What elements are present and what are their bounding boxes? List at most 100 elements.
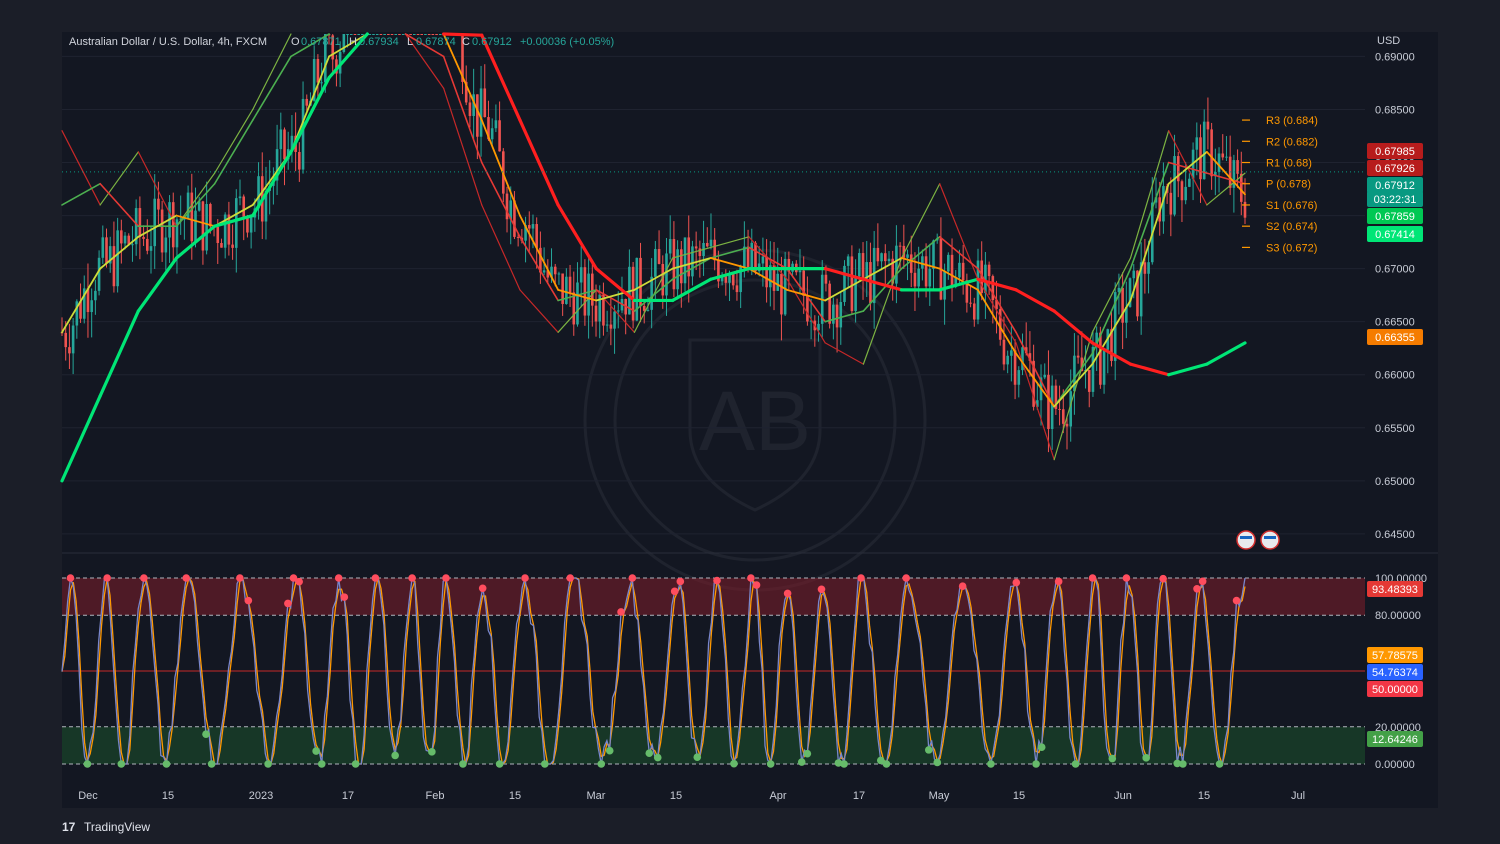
candle-body	[1210, 129, 1213, 177]
candle-body	[301, 98, 305, 170]
overbought-dot	[670, 587, 679, 596]
overbought-dot	[284, 599, 292, 608]
candle-body	[145, 238, 149, 251]
candle-body	[131, 244, 134, 246]
candle-body	[654, 249, 657, 277]
symbol-title: Australian Dollar / U.S. Dollar, 4h, FXC…	[69, 36, 267, 48]
oversold-dot	[1108, 754, 1117, 763]
ohlc-open-label: O	[291, 36, 300, 48]
candle-body	[565, 276, 568, 304]
candle-body	[505, 193, 509, 220]
candle-body	[616, 310, 620, 312]
candle-body	[898, 245, 902, 247]
tv-logo-icon: 17	[62, 820, 76, 834]
overbought-dot	[103, 574, 111, 582]
oversold-zone	[62, 726, 1365, 764]
candle-body	[527, 225, 531, 229]
price-badge: 0.67912	[1375, 180, 1415, 192]
candle-body	[123, 235, 127, 244]
us-flag-icon[interactable]	[1260, 530, 1280, 550]
oversold-dot	[1142, 754, 1150, 762]
candle-body	[591, 273, 594, 306]
candle-body	[1184, 186, 1187, 201]
time-tick-label: Dec	[78, 790, 98, 802]
ohlc-change: +0.00036 (+0.05%)	[520, 36, 614, 48]
oversold-dot	[605, 746, 614, 755]
candle-body	[1010, 350, 1013, 356]
overbought-dot	[902, 574, 910, 582]
candle-body	[605, 324, 609, 326]
oversold-dot	[207, 760, 216, 768]
candle-body	[613, 311, 616, 329]
candle-body	[1099, 332, 1102, 385]
candle-body	[1188, 178, 1191, 187]
overbought-dot	[295, 577, 303, 586]
us-flag-icon[interactable]	[1236, 530, 1256, 550]
candle-body	[438, 34, 442, 35]
candle-body	[1058, 408, 1061, 410]
candle-body	[1065, 423, 1069, 427]
candle-body	[917, 268, 920, 287]
candle-body	[858, 253, 861, 277]
price-badge: 0.66355	[1375, 332, 1415, 344]
candle-body	[806, 295, 809, 322]
candle-body	[1017, 370, 1021, 385]
candle-body	[220, 243, 223, 248]
candle-body	[913, 272, 917, 287]
candle-body	[64, 332, 68, 348]
candle-body	[987, 264, 991, 277]
overbought-dot	[182, 574, 191, 582]
candle-body	[950, 254, 954, 288]
price-tick-label: 0.65500	[1375, 423, 1415, 435]
oversold-dot	[540, 760, 549, 768]
price-badge: 03:22:31	[1374, 194, 1417, 206]
oversold-dot	[117, 760, 126, 768]
oversold-dot	[1071, 760, 1080, 768]
candle-body	[835, 304, 839, 328]
oversold-dot	[391, 751, 399, 760]
time-tick-label: 15	[509, 790, 521, 802]
currency-label: USD	[1377, 35, 1400, 47]
oversold-dot	[202, 730, 210, 738]
overbought-dot	[66, 574, 75, 582]
candle-body	[435, 34, 438, 35]
osc-tick-label: 80.00000	[1375, 610, 1421, 622]
overbought-dot	[1088, 574, 1097, 582]
candle-body	[943, 271, 946, 300]
price-tick-label: 0.64500	[1375, 529, 1415, 541]
oversold-dot	[653, 753, 662, 762]
oversold-dot	[597, 760, 606, 768]
candle-body	[735, 285, 739, 293]
overbought-dot	[817, 585, 826, 594]
overbought-dot	[1193, 584, 1201, 593]
time-tick-label: Apr	[769, 790, 786, 802]
candle-body	[553, 266, 557, 275]
candle-body	[490, 128, 494, 140]
candle-body	[194, 210, 197, 242]
candle-body	[642, 305, 646, 311]
candle-body	[476, 94, 479, 137]
overbought-dot	[521, 574, 529, 582]
candle-body	[68, 347, 71, 354]
tradingview-logo[interactable]: 17 TradingView	[62, 820, 150, 834]
candle-body	[516, 236, 520, 238]
candle-body	[401, 34, 405, 35]
oversold-dot	[882, 760, 891, 768]
time-tick-label: Jul	[1291, 790, 1305, 802]
candle-body	[468, 102, 472, 117]
candle-body	[832, 304, 835, 324]
oversold-dot	[987, 760, 995, 768]
oversold-dot	[1032, 760, 1040, 768]
candle-body	[1225, 156, 1228, 158]
candle-body	[105, 237, 108, 264]
chart-canvas[interactable]: AB 0.690000.685000.680000.675000.670000.…	[0, 0, 1500, 844]
candle-body	[765, 256, 768, 288]
candle-body	[958, 262, 961, 278]
candle-body	[138, 208, 142, 237]
overbought-dot	[340, 593, 349, 601]
time-tick-label: Feb	[426, 790, 445, 802]
candle-body	[887, 258, 891, 262]
candle-body	[639, 257, 642, 306]
candle-body	[97, 257, 101, 291]
candle-body	[1047, 374, 1050, 429]
